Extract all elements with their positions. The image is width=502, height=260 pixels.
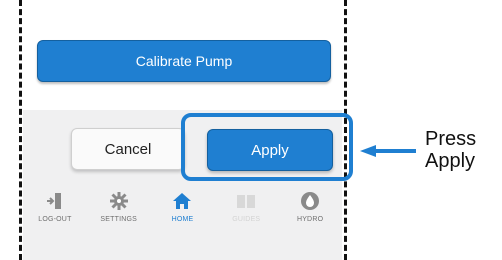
nav-settings[interactable]: SETTINGS [87,186,151,236]
nav-label-settings: SETTINGS [100,216,137,223]
calibrate-pump-button[interactable]: Calibrate Pump [37,40,331,82]
home-icon [173,193,192,209]
instruction-callout: Press Apply [425,128,476,172]
nav-label-logout: LOG-OUT [38,216,72,223]
callout-line-1: Press [425,128,477,150]
hydro-icon [301,192,320,210]
cancel-button[interactable]: Cancel [71,128,185,170]
callout-line-2: Apply [425,150,476,172]
book-icon [237,195,256,208]
nav-label-home: HOME [171,216,194,223]
nav-hydro[interactable]: HYDRO [278,186,342,236]
gear-icon [109,192,128,210]
nav-home[interactable]: HOME [151,186,215,236]
nav-logout[interactable]: LOG-OUT [23,186,87,236]
bottom-nav: LOG-OUT SETTINGS HOME GUIDES HYDRO [23,186,342,236]
pointer-arrow-icon [360,145,416,157]
nav-guides[interactable]: GUIDES [214,186,278,236]
apply-highlight-box [181,113,353,181]
nav-label-guides: GUIDES [232,216,261,223]
phone-left-edge [19,0,22,260]
logout-icon [46,193,61,209]
nav-label-hydro: HYDRO [296,216,324,223]
